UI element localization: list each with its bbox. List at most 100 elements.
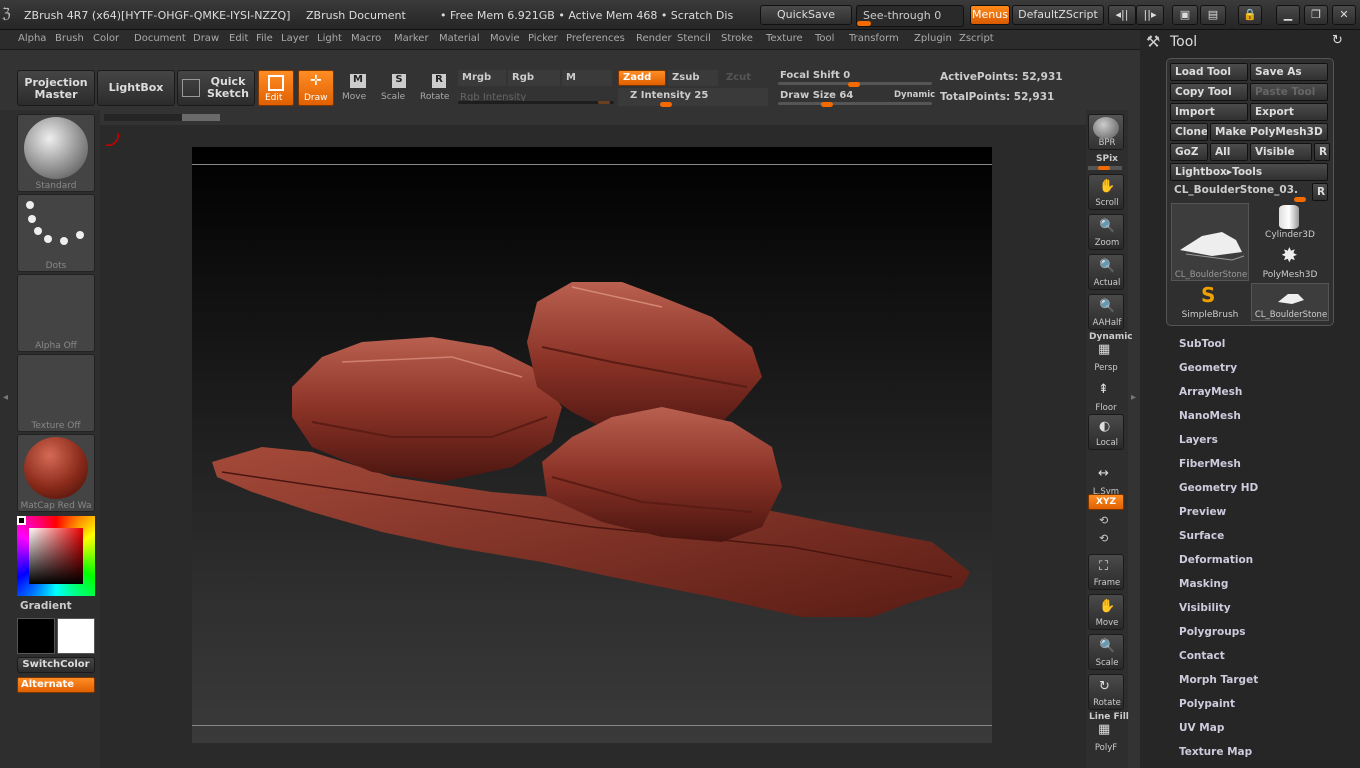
layout-icon[interactable]: ▣: [1172, 5, 1198, 25]
zcut-button[interactable]: Zcut: [720, 70, 770, 86]
tool-section-morph-target[interactable]: Morph Target: [1179, 674, 1258, 686]
menu-light[interactable]: Light: [317, 33, 342, 44]
reset-icon[interactable]: ↻: [1332, 33, 1343, 48]
tool-section-preview[interactable]: Preview: [1179, 506, 1226, 518]
rotate-button[interactable]: ↻ Rotate: [1088, 674, 1124, 710]
menu-alpha[interactable]: Alpha: [18, 33, 46, 44]
save-as-button[interactable]: Save As: [1250, 63, 1328, 81]
texture-off-button[interactable]: Texture Off: [17, 354, 95, 432]
tool-section-subtool[interactable]: SubTool: [1179, 338, 1225, 350]
menu-render[interactable]: Render: [636, 33, 672, 44]
persp-button[interactable]: ▦ Persp: [1088, 338, 1124, 374]
z-intensity-slider[interactable]: Z Intensity 25: [618, 88, 768, 107]
tool-thumb-polymesh3d[interactable]: ✸ PolyMesh3D: [1251, 243, 1329, 281]
menu-marker[interactable]: Marker: [394, 33, 429, 44]
move-button[interactable]: M Move: [338, 70, 374, 106]
expand-icon[interactable]: ||▸: [1136, 5, 1164, 25]
rgb-intensity-knob[interactable]: [598, 101, 610, 104]
color-picker[interactable]: [17, 516, 95, 596]
z-intensity-knob[interactable]: [660, 102, 672, 107]
menu-file[interactable]: File: [256, 33, 273, 44]
alpha-off-button[interactable]: Alpha Off: [17, 274, 95, 352]
tool-thumb-cylinder3d[interactable]: Cylinder3D: [1251, 203, 1329, 241]
tool-section-arraymesh[interactable]: ArrayMesh: [1179, 386, 1242, 398]
see-through-slider[interactable]: See-through 0: [856, 5, 964, 27]
boulder-stone-model[interactable]: [192, 147, 992, 743]
scale-button[interactable]: S Scale: [378, 70, 414, 106]
mrgb-button[interactable]: Mrgb: [458, 70, 506, 86]
tool-section-geometry[interactable]: Geometry: [1179, 362, 1237, 374]
material-button[interactable]: MatCap Red Wa: [17, 434, 95, 512]
menu-stencil[interactable]: Stencil: [677, 33, 711, 44]
l-sym-button[interactable]: ↔ L.Sym: [1088, 462, 1124, 498]
draw-size-knob[interactable]: [820, 102, 833, 107]
tool-section-contact[interactable]: Contact: [1179, 650, 1225, 662]
copy-tool-button[interactable]: Copy Tool: [1170, 83, 1248, 101]
paste-tool-button[interactable]: Paste Tool: [1250, 83, 1328, 101]
export-button[interactable]: Export: [1250, 103, 1328, 121]
rotate-button[interactable]: R Rotate: [418, 70, 454, 106]
current-tool-slider[interactable]: CL_BoulderStone_03.: [1170, 182, 1310, 202]
tool-section-visibility[interactable]: Visibility: [1179, 602, 1231, 614]
quick-sketch-button[interactable]: Quick Sketch: [177, 70, 255, 106]
projection-master-button[interactable]: Projection Master: [17, 70, 95, 106]
layout2-icon[interactable]: ▤: [1200, 5, 1226, 25]
focal-shift-slider[interactable]: Focal Shift 0: [778, 68, 932, 87]
menu-zscript[interactable]: Zscript: [959, 33, 994, 44]
spix-knob[interactable]: [1098, 166, 1110, 170]
import-button[interactable]: Import: [1170, 103, 1248, 121]
default-zscript-button[interactable]: DefaultZScript: [1012, 5, 1104, 25]
goz-button[interactable]: GoZ: [1170, 143, 1208, 161]
load-tool-button[interactable]: Load Tool: [1170, 63, 1248, 81]
dynamic-toggle[interactable]: Dynamic: [894, 90, 935, 100]
menu-picker[interactable]: Picker: [528, 33, 558, 44]
rgb-intensity-slider[interactable]: Rgb Intensity: [458, 90, 614, 106]
menu-color[interactable]: Color: [93, 33, 119, 44]
clone-button[interactable]: Clone: [1170, 123, 1208, 141]
tool-section-masking[interactable]: Masking: [1179, 578, 1228, 590]
menu-draw[interactable]: Draw: [193, 33, 219, 44]
right-collapse-icon[interactable]: ▸: [1131, 392, 1136, 403]
zoom-button[interactable]: 🔍 Zoom: [1088, 214, 1124, 250]
tool-section-deformation[interactable]: Deformation: [1179, 554, 1253, 566]
menu-macro[interactable]: Macro: [351, 33, 381, 44]
restore-icon[interactable]: ❐: [1304, 5, 1328, 25]
zadd-button[interactable]: Zadd: [618, 70, 666, 86]
shrink-icon[interactable]: ◂||: [1108, 5, 1136, 25]
rotate-x-icon[interactable]: ⟲: [1099, 514, 1108, 527]
spix-label[interactable]: SPix: [1089, 154, 1125, 164]
menu-preferences[interactable]: Preferences: [566, 33, 625, 44]
local-button[interactable]: ◐ Local: [1088, 414, 1124, 450]
tool-section-uv-map[interactable]: UV Map: [1179, 722, 1224, 734]
spix-slider[interactable]: [1088, 166, 1122, 170]
lightbox-tools-button[interactable]: Lightbox▸Tools: [1170, 163, 1328, 181]
rotate-y-icon[interactable]: ⟲: [1099, 532, 1108, 545]
menu-material[interactable]: Material: [439, 33, 480, 44]
tool-thumb-boulderstone[interactable]: CL_BoulderStone: [1171, 203, 1249, 281]
current-tool-r-button[interactable]: R: [1312, 183, 1328, 201]
color-picker-square[interactable]: [29, 528, 83, 584]
stroke-dots-button[interactable]: Dots: [17, 194, 95, 272]
lock-icon[interactable]: 🔒: [1238, 5, 1262, 25]
tool-thumb-boulderstone-2[interactable]: CL_BoulderStone: [1251, 283, 1329, 321]
switch-color-button[interactable]: SwitchColor: [17, 657, 95, 673]
see-through-knob[interactable]: [857, 21, 871, 26]
alternate-button[interactable]: Alternate: [17, 677, 95, 693]
tool-section-surface[interactable]: Surface: [1179, 530, 1224, 542]
shelf-scroll-bar[interactable]: [104, 114, 220, 121]
menu-document[interactable]: Document: [134, 33, 186, 44]
current-tool-knob[interactable]: [1294, 197, 1306, 202]
quicksave-button[interactable]: QuickSave: [760, 5, 852, 25]
polyf-button[interactable]: ▦ PolyF: [1088, 718, 1124, 754]
main-color-swatch[interactable]: [17, 618, 55, 654]
secondary-color-swatch[interactable]: [57, 618, 95, 654]
aahalf-button[interactable]: 🔍 AAHalf: [1088, 294, 1124, 330]
draw-size-slider[interactable]: Draw Size 64 Dynamic: [778, 88, 935, 107]
tool-section-polygroups[interactable]: Polygroups: [1179, 626, 1246, 638]
tool-section-polypaint[interactable]: Polypaint: [1179, 698, 1235, 710]
menu-zplugin[interactable]: Zplugin: [914, 33, 952, 44]
gradient-label[interactable]: Gradient: [20, 600, 72, 612]
shelf-scroll-thumb[interactable]: [182, 114, 220, 121]
goz-all-button[interactable]: All: [1210, 143, 1248, 161]
goz-r-button[interactable]: R: [1314, 143, 1330, 161]
